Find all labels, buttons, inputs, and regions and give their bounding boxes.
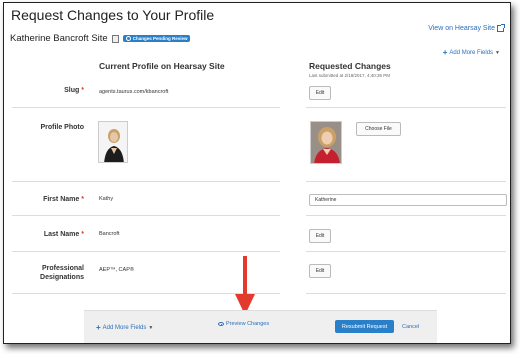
external-link-icon[interactable] <box>497 24 505 32</box>
site-header: Katherine Bancroft Site Changes Pending … <box>10 33 191 44</box>
first-name-label: First Name * <box>14 196 84 205</box>
last-name-label: Last Name * <box>14 231 84 240</box>
preview-changes-link[interactable]: Preview Changes <box>218 321 269 327</box>
slug-current-value: agents.taurus.com/kbancroft <box>99 89 169 95</box>
row-divider <box>306 251 506 252</box>
site-name: Katherine Bancroft Site <box>10 33 108 44</box>
footer-add-more-fields-label: Add More Fields <box>102 325 147 331</box>
requested-changes-heading: Requested Changes <box>309 61 391 71</box>
request-changes-window: Request Changes to Your Profile View on … <box>3 2 511 344</box>
first-name-current-value: Kathy <box>99 196 114 202</box>
red-arrow-icon <box>235 256 255 315</box>
add-more-fields-button[interactable]: + Add More Fields ▼ <box>443 49 500 57</box>
current-photo-image <box>99 122 127 162</box>
eye-icon <box>218 322 224 326</box>
preview-changes-label: Preview Changes <box>226 321 270 327</box>
required-marker: * <box>81 87 84 94</box>
designations-current-value: AEP™, CAP® <box>99 267 134 273</box>
last-name-current-value: Bancroft <box>99 231 120 237</box>
cancel-link[interactable]: Cancel <box>402 324 419 330</box>
designations-label: Professional Designations <box>40 265 84 281</box>
status-badge: Changes Pending Review <box>122 35 191 42</box>
resubmit-request-button[interactable]: Resubmit Request <box>335 320 394 333</box>
row-divider <box>12 251 280 252</box>
current-profile-heading: Current Profile on Hearsay Site <box>99 61 225 71</box>
requested-photo-image <box>311 122 341 163</box>
profile-photo-label: Profile Photo <box>40 124 84 131</box>
row-divider <box>306 215 506 216</box>
last-name-edit-button[interactable]: Edit <box>309 229 331 243</box>
slug-label: Slug * <box>14 87 84 96</box>
footer-action-bar: + Add More Fields ▼ Preview Changes Resu… <box>84 310 437 343</box>
chevron-down-icon: ▼ <box>495 50 500 56</box>
plus-icon: + <box>96 323 101 332</box>
view-link-label[interactable]: View on Hearsay Site <box>428 25 495 32</box>
refresh-icon <box>125 36 131 41</box>
row-divider <box>12 215 280 216</box>
add-more-fields-label: Add More Fields <box>449 50 494 56</box>
row-divider <box>306 107 506 108</box>
current-profile-photo <box>98 121 128 163</box>
document-icon <box>111 34 119 43</box>
status-badge-label: Changes Pending Review <box>132 36 188 41</box>
first-name-label-text: First Name <box>43 196 80 203</box>
designations-edit-button[interactable]: Edit <box>309 264 331 278</box>
choose-file-button[interactable]: Choose File <box>356 122 401 136</box>
chevron-down-icon: ▼ <box>148 325 154 331</box>
last-name-label-text: Last Name <box>43 231 80 238</box>
view-on-hearsay-link[interactable]: View on Hearsay Site <box>428 24 505 32</box>
plus-icon: + <box>442 48 448 57</box>
slug-label-text: Slug <box>64 87 80 94</box>
required-marker: * <box>81 231 84 238</box>
slug-edit-button[interactable]: Edit <box>309 86 331 100</box>
row-divider <box>12 107 280 108</box>
row-divider <box>306 293 506 294</box>
requested-profile-photo <box>310 121 342 164</box>
page-title: Request Changes to Your Profile <box>11 7 215 23</box>
footer-add-more-fields-button[interactable]: + Add More Fields ▼ <box>96 324 153 332</box>
row-divider <box>306 181 506 182</box>
first-name-input[interactable]: Katherine <box>309 194 507 206</box>
last-submitted-note: Last submitted at 2/18/2017, 4:40:36 PM <box>309 73 391 78</box>
row-divider <box>12 181 280 182</box>
required-marker: * <box>81 196 84 203</box>
